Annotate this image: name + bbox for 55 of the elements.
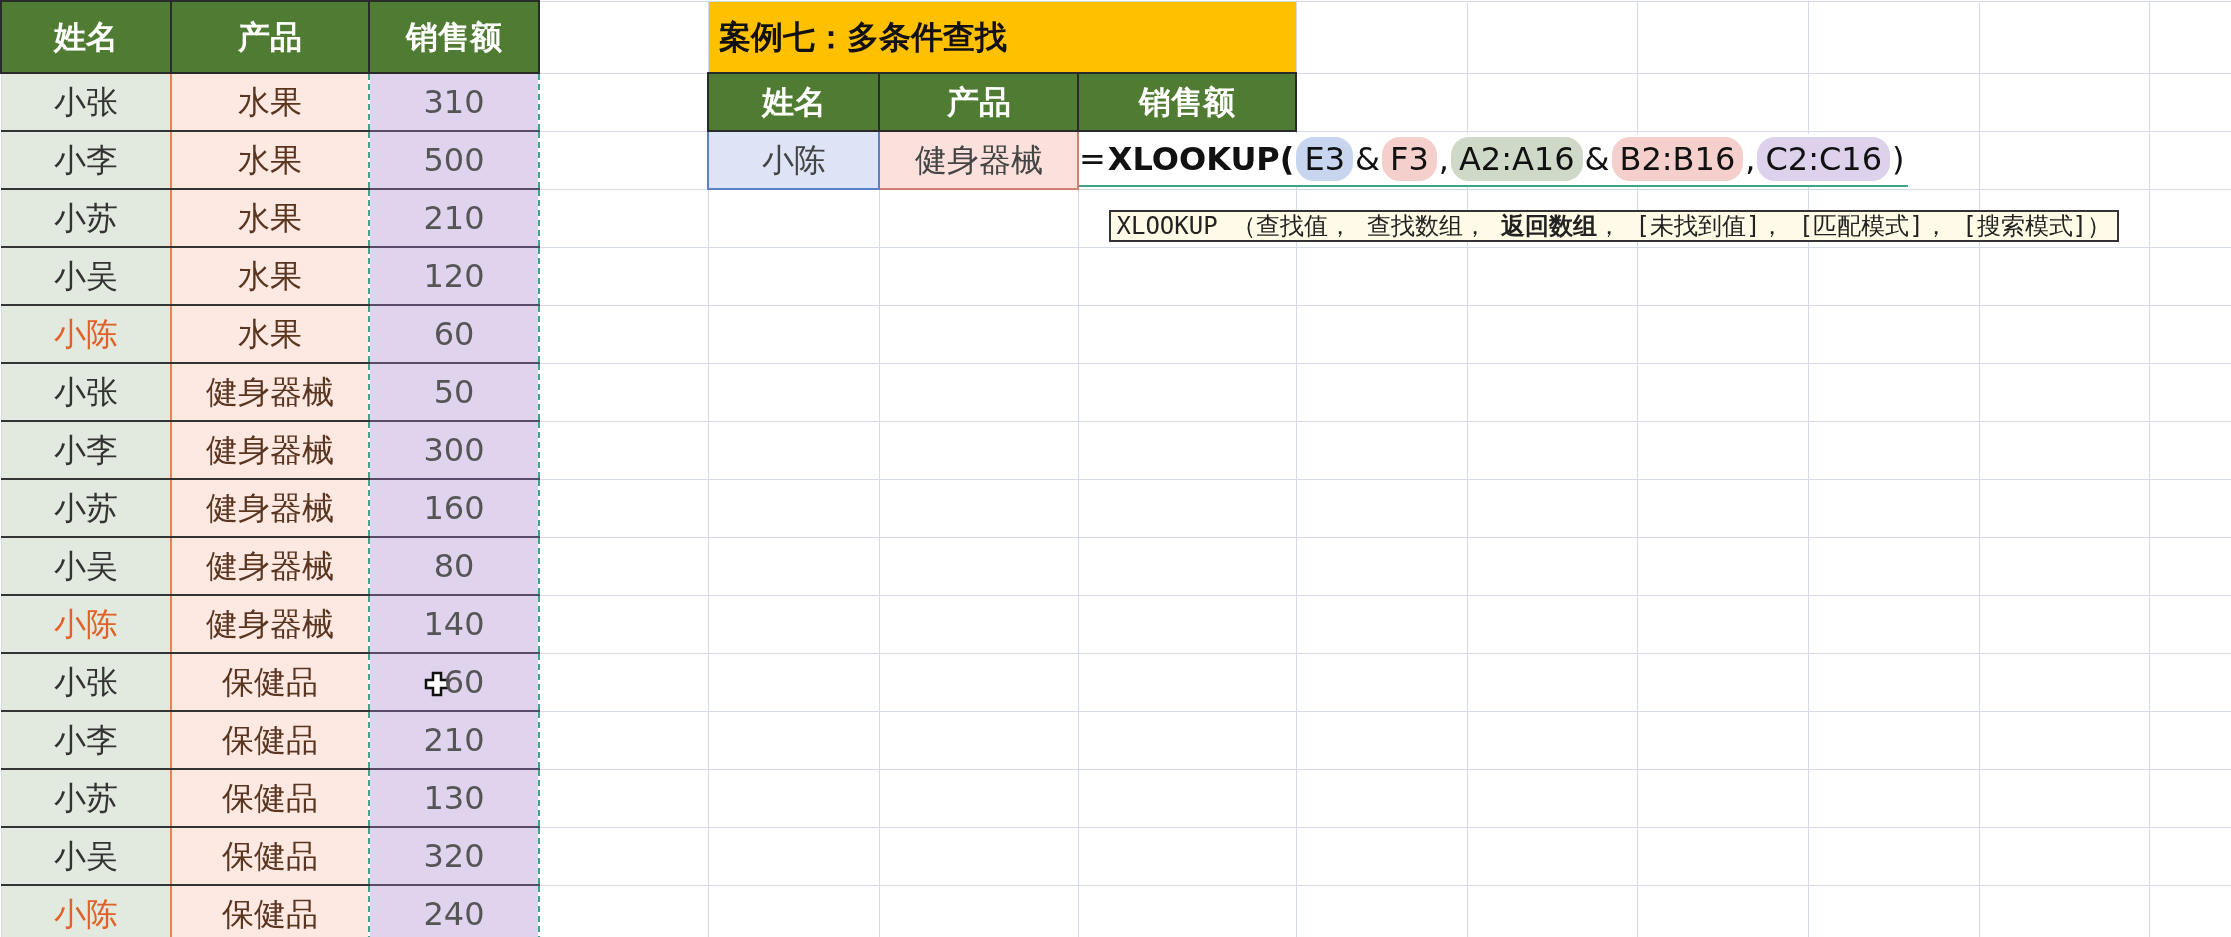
- table-cell: 500: [423, 141, 485, 179]
- table-cell: 小苏: [1, 769, 171, 827]
- table-cell: 小苏: [1, 189, 171, 247]
- column-header: 销售额: [369, 1, 539, 73]
- table-cell: 小李: [1, 711, 171, 769]
- table-cell: 小李: [1, 131, 171, 189]
- table-cell: 160: [423, 489, 485, 527]
- column-header: 销售额: [1078, 73, 1297, 131]
- table-cell: 140: [423, 605, 485, 643]
- column-header: 产品: [171, 1, 369, 73]
- table-cell: 保健品: [171, 769, 369, 827]
- table-cell: 60: [433, 315, 475, 353]
- function-tooltip: XLOOKUP （查找值， 查找数组， 返回数组， [未找到值]， [匹配模式]， [搜索模式]）: [1108, 209, 2120, 242]
- table-cell: 水果: [171, 305, 369, 363]
- table-cell: 210: [423, 199, 485, 237]
- table-cell: 320: [423, 837, 485, 875]
- table-cell: 水果: [171, 247, 369, 305]
- table-cell: 小吴: [1, 247, 171, 305]
- table-cell: 210: [423, 721, 485, 759]
- table-cell: 健身器械: [171, 363, 369, 421]
- table-cell: 水果: [171, 131, 369, 189]
- table-cell: 50: [433, 373, 475, 411]
- table-cell: 小张: [1, 653, 171, 711]
- table-cell: 保健品: [171, 711, 369, 769]
- input-cell[interactable]: 小陈: [708, 131, 879, 189]
- table-cell: 小陈: [1, 305, 171, 363]
- table-cell: 80: [433, 547, 475, 585]
- column-header: 产品: [879, 73, 1078, 131]
- table-cell: 小吴: [1, 827, 171, 885]
- table-cell: 健身器械: [171, 479, 369, 537]
- table-cell: 水果: [171, 73, 369, 131]
- column-header: 姓名: [1, 1, 171, 73]
- case-title: 案例七：多条件查找: [708, 1, 1297, 73]
- table-cell: 130: [423, 779, 485, 817]
- table-cell: 60: [443, 663, 485, 701]
- table-cell: 小张: [1, 73, 171, 131]
- table-cell: 保健品: [171, 885, 369, 937]
- table-cell: 小陈: [1, 885, 171, 937]
- table-cell: 310: [423, 83, 485, 121]
- input-cell[interactable]: 健身器械: [879, 131, 1078, 189]
- table-cell: 小吴: [1, 537, 171, 595]
- table-cell: 水果: [171, 189, 369, 247]
- table-cell: 240: [423, 895, 485, 933]
- table-cell: 小张: [1, 363, 171, 421]
- table-cell: 保健品: [171, 653, 369, 711]
- table-cell: 300: [423, 431, 485, 469]
- table-cell: 健身器械: [171, 421, 369, 479]
- table-cell: 健身器械: [171, 537, 369, 595]
- column-header: 姓名: [708, 73, 879, 131]
- table-cell: 健身器械: [171, 595, 369, 653]
- table-cell: 保健品: [171, 827, 369, 885]
- table-cell: 小苏: [1, 479, 171, 537]
- table-cell: 小陈: [1, 595, 171, 653]
- table-cell: 120: [423, 257, 485, 295]
- table-cell: 小李: [1, 421, 171, 479]
